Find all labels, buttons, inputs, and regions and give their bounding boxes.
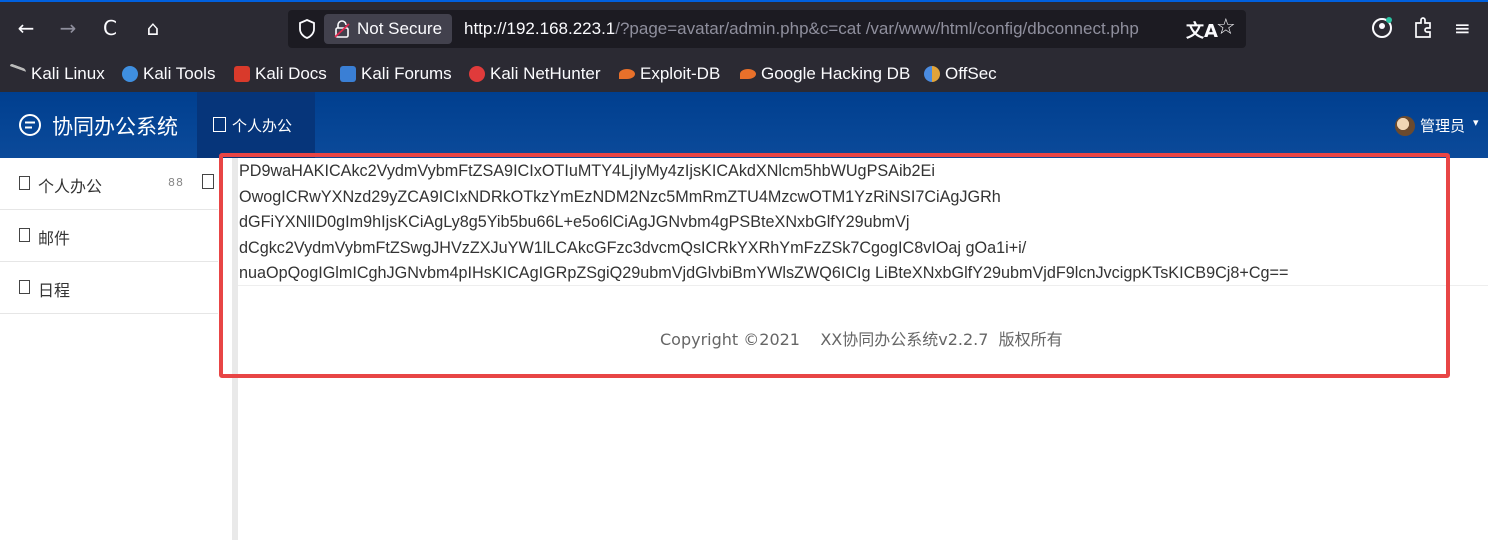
user-menu-label[interactable]: 管理员 bbox=[1420, 115, 1465, 136]
kali-nethunter-icon bbox=[469, 66, 485, 82]
bookmark-label: Kali Docs bbox=[255, 64, 327, 83]
shield-icon[interactable] bbox=[296, 18, 318, 40]
bookmark-offsec[interactable]: OffSec bbox=[924, 63, 997, 85]
translate-icon[interactable]: 文A bbox=[1186, 17, 1218, 43]
bookmark-label: Google Hacking DB bbox=[761, 64, 911, 83]
kali-forums-icon bbox=[340, 66, 356, 82]
bookmark-label: Kali NetHunter bbox=[490, 64, 601, 83]
bookmark-label: Kali Linux bbox=[31, 64, 105, 83]
not-secure-label: Not Secure bbox=[357, 19, 443, 38]
offsec-icon bbox=[924, 66, 940, 82]
sidebar-item-label: 邮件 bbox=[38, 229, 71, 248]
tab-label: 个人办公 bbox=[232, 117, 293, 135]
bookmark-kali-docs[interactable]: Kali Docs bbox=[234, 63, 327, 85]
bookmarks-bar: Kali Linux Kali Tools Kali Docs Kali For… bbox=[0, 56, 1488, 92]
kali-tools-icon bbox=[122, 66, 138, 82]
sidebar-item-mail[interactable]: 邮件 bbox=[0, 210, 218, 262]
bookmark-kali-tools[interactable]: Kali Tools bbox=[122, 63, 215, 85]
caret-down-icon[interactable]: ▾ bbox=[1473, 116, 1479, 129]
bookmark-kali-nethunter[interactable]: Kali NetHunter bbox=[469, 63, 601, 85]
sidebar-item-schedule[interactable]: 日程 bbox=[0, 262, 218, 314]
home-button[interactable]: ⌂ bbox=[139, 14, 167, 42]
sidebar: 个人办公 88 邮件 日程 bbox=[0, 158, 232, 540]
bookmark-exploit-db[interactable]: Exploit-DB bbox=[619, 63, 720, 85]
url-path: /?page=avatar/admin.php&c=cat /var/www/h… bbox=[615, 19, 1139, 38]
tab-grid-icon bbox=[213, 117, 226, 132]
url-host: http://192.168.223.1 bbox=[464, 19, 616, 38]
menu-item-icon bbox=[19, 176, 30, 190]
app-header: 协同办公系统 个人办公 管理员 ▾ bbox=[0, 92, 1488, 158]
sidebar-item-personal-office[interactable]: 个人办公 88 bbox=[0, 158, 218, 210]
bookmark-label: Exploit-DB bbox=[640, 64, 721, 83]
menu-item-icon bbox=[19, 228, 30, 242]
bookmark-label: Kali Forums bbox=[361, 64, 452, 83]
url-text[interactable]: http://192.168.223.1/?page=avatar/admin.… bbox=[464, 19, 1170, 39]
chat-bubble-logo-icon bbox=[19, 114, 41, 136]
kali-dragon-icon bbox=[10, 63, 26, 85]
not-secure-indicator[interactable]: Not Secure bbox=[324, 14, 452, 44]
highlight-annotation-box bbox=[219, 153, 1450, 378]
grid-icon[interactable]: 88 bbox=[168, 176, 184, 189]
bookmark-kali-linux[interactable]: Kali Linux bbox=[10, 63, 105, 85]
menu-icon[interactable]: ≡ bbox=[1454, 14, 1471, 42]
app-title: 协同办公系统 bbox=[52, 115, 178, 139]
bookmark-kali-forums[interactable]: Kali Forums bbox=[340, 63, 452, 85]
back-button[interactable]: ← bbox=[12, 14, 40, 42]
account-icon[interactable] bbox=[1370, 14, 1394, 42]
sidebar-item-label: 个人办公 bbox=[38, 177, 103, 196]
forward-button[interactable]: → bbox=[54, 14, 82, 42]
bookmark-ghdb[interactable]: Google Hacking DB bbox=[740, 63, 910, 85]
ghdb-icon bbox=[740, 69, 756, 79]
kali-docs-icon bbox=[234, 66, 250, 82]
avatar[interactable] bbox=[1395, 116, 1415, 136]
menu-item-icon bbox=[19, 280, 30, 294]
browser-toolbar: ← → C ⌂ Not Secure http://192.168.223.1/… bbox=[0, 0, 1488, 56]
bookmark-label: Kali Tools bbox=[143, 64, 216, 83]
bookmark-star-icon[interactable]: ☆ bbox=[1216, 15, 1236, 40]
reload-button[interactable]: C bbox=[96, 14, 124, 42]
exploit-db-icon bbox=[619, 69, 635, 79]
extensions-icon[interactable] bbox=[1411, 14, 1435, 42]
url-bar[interactable]: Not Secure http://192.168.223.1/?page=av… bbox=[288, 10, 1246, 48]
bookmark-label: OffSec bbox=[945, 64, 997, 83]
collapse-sidebar-icon[interactable] bbox=[202, 174, 214, 189]
insecure-lock-icon bbox=[334, 20, 350, 38]
url-fade bbox=[1138, 14, 1172, 44]
sidebar-item-label: 日程 bbox=[38, 281, 71, 300]
tab-personal-office[interactable]: 个人办公 bbox=[197, 92, 315, 158]
